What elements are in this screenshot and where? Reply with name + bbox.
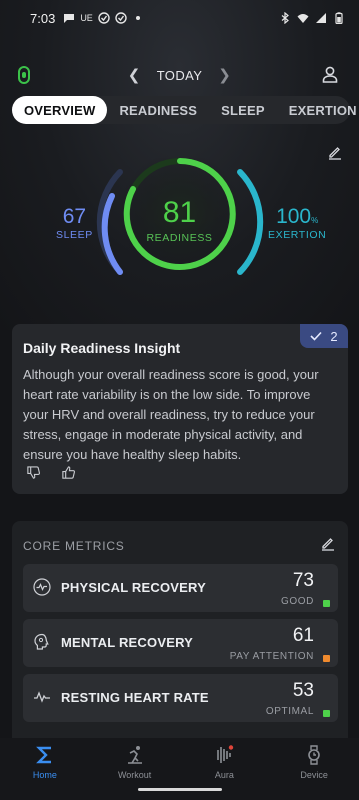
check-icon <box>310 331 322 341</box>
home-indicator[interactable] <box>138 788 222 791</box>
metric-mental-recovery[interactable]: MENTAL RECOVERY 61 PAY ATTENTION <box>23 619 338 667</box>
status-right-icons <box>279 12 345 24</box>
exertion-label: EXERTION <box>268 229 327 241</box>
nav-label: Home <box>32 770 57 780</box>
aura-icon <box>217 745 234 763</box>
feedback-buttons <box>26 465 76 480</box>
heartbeat-icon <box>34 691 50 703</box>
sigma-icon <box>35 746 51 764</box>
sleep-label: SLEEP <box>56 229 93 241</box>
nav-label: Workout <box>117 770 152 780</box>
tab-exertion[interactable]: EXERTION <box>277 103 359 118</box>
battery-icon <box>335 12 343 24</box>
watch-icon <box>308 745 320 765</box>
chat-icon <box>64 14 75 23</box>
insight-card[interactable]: 2 Daily Readiness Insight Although your … <box>12 324 348 494</box>
status-time: 7:03 <box>30 10 56 26</box>
core-metrics-heading: CORE METRICS <box>23 539 125 553</box>
top-navigation: ❮ TODAY ❯ <box>0 60 359 90</box>
insight-title: Daily Readiness Insight <box>23 340 181 356</box>
edit-metrics-icon[interactable] <box>320 535 336 551</box>
metric-name: PHYSICAL RECOVERY <box>61 580 206 595</box>
metric-name: MENTAL RECOVERY <box>61 635 194 650</box>
activity-icon <box>33 578 51 596</box>
bluetooth-icon <box>281 12 289 24</box>
exertion-unit: % <box>311 216 319 225</box>
sleep-value: 67 <box>62 205 87 228</box>
day-label[interactable]: TODAY <box>157 68 203 83</box>
runner-icon <box>127 746 142 764</box>
exertion-value: 100 <box>276 205 312 228</box>
metric-value: 53 <box>292 680 314 701</box>
metric-name: RESTING HEART RATE <box>61 690 209 705</box>
nav-device[interactable]: Device <box>269 738 359 800</box>
metric-value: 61 <box>292 625 314 646</box>
nav-label: Aura <box>214 770 234 780</box>
metric-value: 73 <box>292 570 314 591</box>
ring-icon[interactable] <box>16 66 32 84</box>
check-circle-icon <box>115 12 127 24</box>
tab-sleep[interactable]: SLEEP <box>209 103 277 118</box>
tab-bar: OVERVIEW READINESS SLEEP EXERTION <box>12 96 357 124</box>
signal-icon <box>316 13 326 23</box>
nav-label: Device <box>300 770 328 780</box>
chevron-right-icon[interactable]: ❯ <box>218 68 231 83</box>
wifi-icon <box>297 14 309 23</box>
dot-icon <box>135 16 140 20</box>
insight-body: Although your overall readiness score is… <box>23 367 319 462</box>
tab-readiness[interactable]: READINESS <box>107 103 209 118</box>
ue-badge: UE <box>80 13 93 23</box>
nav-home[interactable]: Home <box>0 738 90 800</box>
status-dot <box>323 655 330 662</box>
metric-status: GOOD <box>281 596 314 607</box>
profile-icon[interactable] <box>321 65 339 83</box>
brain-icon <box>34 633 49 650</box>
insight-count: 2 <box>330 328 338 344</box>
sleep-score[interactable]: 67 SLEEP <box>56 205 93 241</box>
metric-status: OPTIMAL <box>265 706 314 717</box>
exertion-score[interactable]: 100% EXERTION <box>268 205 326 241</box>
thumbs-up-icon[interactable] <box>61 465 76 480</box>
metric-resting-heart-rate[interactable]: RESTING HEART RATE 53 OPTIMAL <box>23 674 338 722</box>
core-metrics-card: CORE METRICS PHYSICAL RECOVERY 73 GOOD M… <box>12 521 348 751</box>
tab-overview[interactable]: OVERVIEW <box>12 96 108 124</box>
thumbs-down-icon[interactable] <box>26 465 41 480</box>
check-circle-icon <box>98 12 110 24</box>
status-dot <box>323 710 330 717</box>
chevron-left-icon[interactable]: ❮ <box>128 68 141 83</box>
status-dot <box>323 600 330 607</box>
edit-icon[interactable] <box>327 144 343 160</box>
day-navigator: ❮ TODAY ❯ <box>128 68 232 83</box>
insight-count-badge[interactable]: 2 <box>300 324 348 348</box>
metric-physical-recovery[interactable]: PHYSICAL RECOVERY 73 GOOD <box>23 564 338 612</box>
status-bar: 7:03 UE <box>0 0 359 36</box>
metric-status: PAY ATTENTION <box>229 651 314 662</box>
status-left-icons: UE <box>63 12 144 24</box>
